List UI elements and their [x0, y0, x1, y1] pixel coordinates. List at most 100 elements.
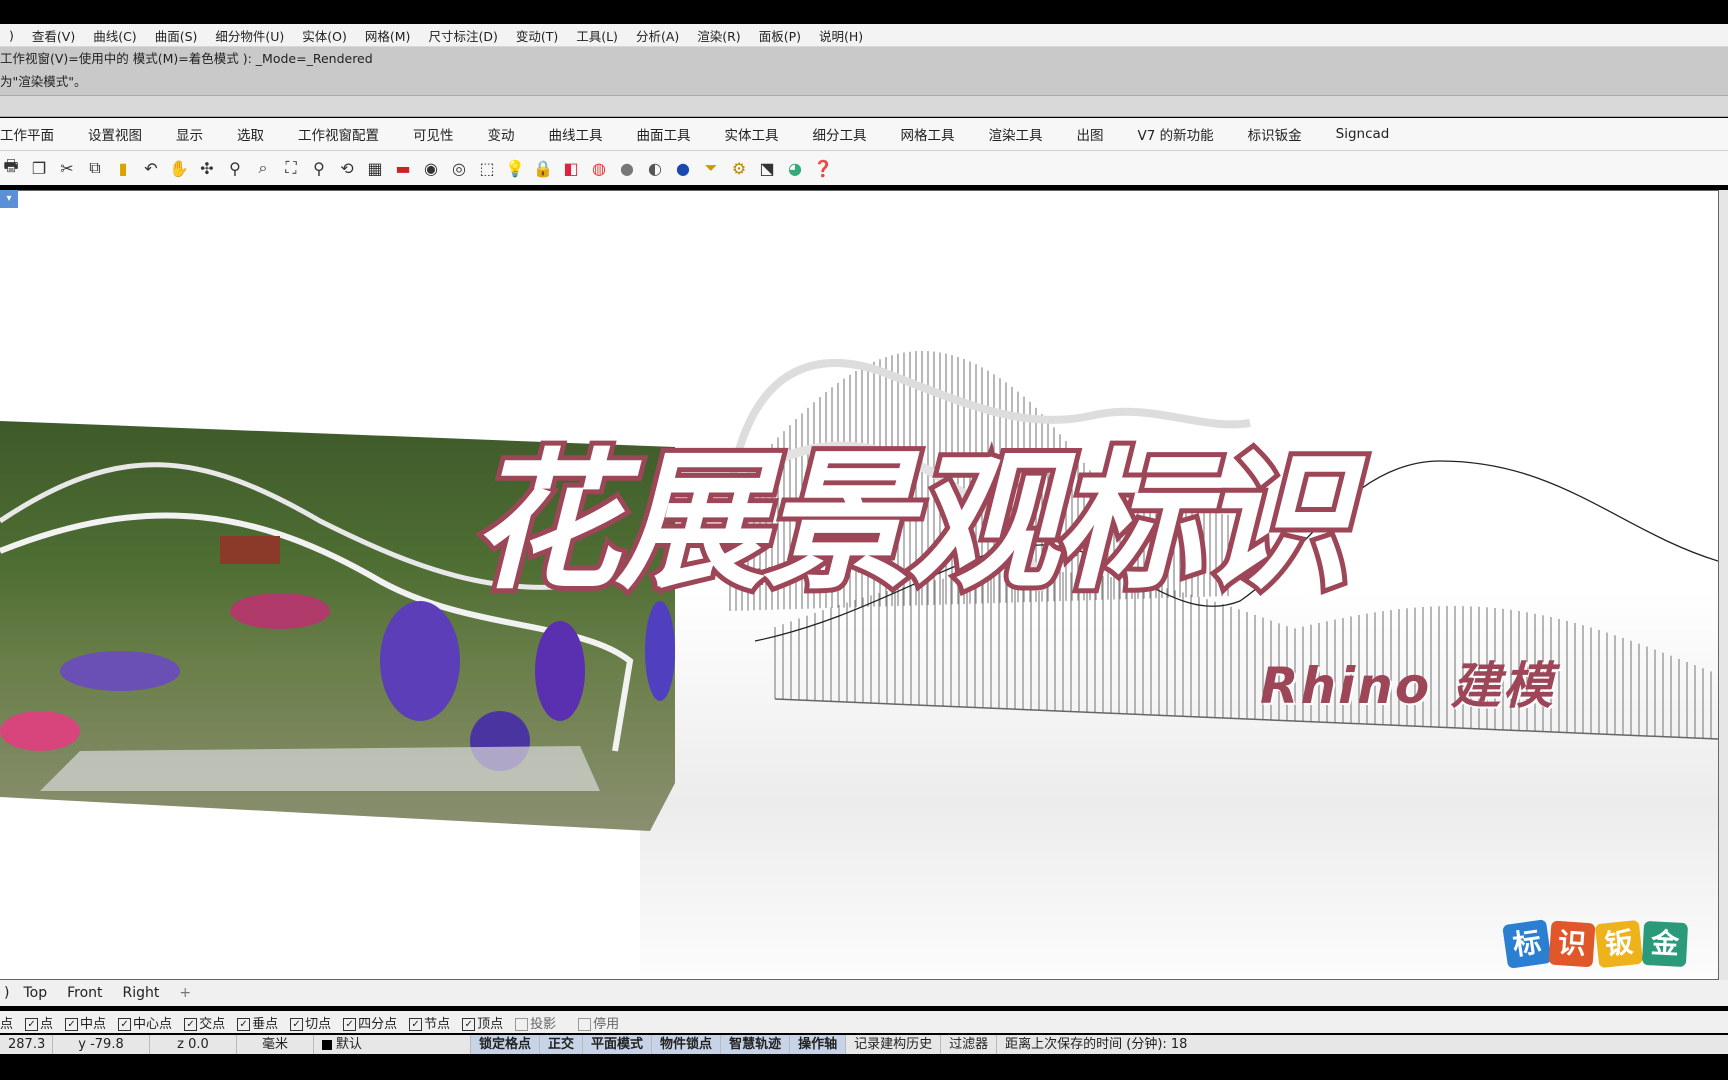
- layer-indicator[interactable]: 默认: [314, 1035, 471, 1054]
- osnap-quadrant[interactable]: ✓ 四分点: [343, 1013, 397, 1032]
- osnap-midpoint[interactable]: ✓ 中点: [65, 1013, 106, 1032]
- osnap-disable[interactable]: 停用: [578, 1013, 619, 1032]
- viewport-tabs: ) Top Front Right +: [0, 980, 1728, 1006]
- tab-transform[interactable]: 变动: [471, 124, 532, 144]
- lightbulb-icon[interactable]: 💡: [504, 157, 526, 179]
- tab-v7-new[interactable]: V7 的新功能: [1121, 124, 1231, 144]
- tab-right[interactable]: Right: [113, 985, 170, 1001]
- osnap-bar: 点 ✓ 点 ✓ 中点 ✓ 中心点 ✓ 交点 ✓ 垂点 ✓ 切点 ✓ 四分点 ✓ 节点 ✓ 顶点 投…: [0, 1011, 1728, 1033]
- menu-item-mesh[interactable]: 网格(M): [356, 26, 420, 45]
- zoom-extents-icon[interactable]: ⛶: [280, 157, 302, 179]
- menu-item-view[interactable]: 查看(V): [23, 26, 84, 45]
- menu-item-tools[interactable]: 工具(L): [567, 26, 627, 45]
- tab-viewport-layout[interactable]: 工作视窗配置: [281, 124, 396, 144]
- menu-item-panels[interactable]: 面板(P): [750, 26, 810, 45]
- tab-select[interactable]: 选取: [220, 124, 281, 144]
- globe-icon[interactable]: ◕: [784, 157, 806, 179]
- tab-subd-tools[interactable]: 细分工具: [796, 124, 884, 144]
- top-black-band: [0, 0, 1728, 24]
- tab-sign-sheetmetal[interactable]: 标识钣金: [1231, 124, 1319, 144]
- bottom-black-band: [0, 1055, 1728, 1080]
- coord-y: y -79.8: [53, 1035, 150, 1054]
- zoom-icon[interactable]: ⚲: [224, 157, 246, 179]
- tab-signcad[interactable]: Signcad: [1319, 126, 1407, 142]
- history-toggle[interactable]: 记录建构历史: [846, 1035, 942, 1054]
- osnap-perpendicular[interactable]: ✓ 垂点: [237, 1013, 278, 1032]
- brand-logo-char: 识: [1548, 920, 1596, 968]
- menu-item-curve[interactable]: 曲线(C): [84, 26, 145, 45]
- viewport-menu-arrow[interactable]: ▾: [0, 190, 18, 208]
- gear-icon[interactable]: ⚙: [728, 157, 750, 179]
- paste-icon[interactable]: ▮: [112, 157, 134, 179]
- tab-cplane[interactable]: 工作平面: [0, 124, 71, 144]
- undo-icon[interactable]: ↶: [140, 157, 162, 179]
- osnap-tangent[interactable]: ✓ 切点: [290, 1013, 331, 1032]
- tab-surface-tools[interactable]: 曲面工具: [620, 124, 708, 144]
- menu-item-help[interactable]: 说明(H): [810, 26, 872, 45]
- planar-toggle[interactable]: 平面模式: [583, 1035, 653, 1054]
- osnap-vertex[interactable]: ✓ 顶点: [462, 1013, 503, 1032]
- osnap-toggle[interactable]: 物件锁点: [652, 1035, 722, 1054]
- smarttrack-toggle[interactable]: 智慧轨迹: [721, 1035, 791, 1054]
- duplicate-icon[interactable]: ⧉: [84, 157, 106, 179]
- copy-icon[interactable]: ❐: [28, 157, 50, 179]
- osnap-knot[interactable]: ✓ 节点: [409, 1013, 450, 1032]
- tab-render-tools[interactable]: 渲染工具: [972, 124, 1060, 144]
- gumball-toggle[interactable]: 操作轴: [790, 1035, 847, 1054]
- zoom-window-icon[interactable]: ⌕: [252, 157, 274, 179]
- help-icon[interactable]: ❓: [812, 157, 834, 179]
- tab-perspective-edge[interactable]: ): [0, 985, 13, 1001]
- right-scrollbar[interactable]: [1719, 190, 1728, 980]
- eye-icon[interactable]: ◉: [420, 157, 442, 179]
- cut-icon[interactable]: ✂: [56, 157, 78, 179]
- tab-visibility[interactable]: 可见性: [396, 124, 471, 144]
- arrange-icon[interactable]: ⬔: [756, 157, 778, 179]
- tab-top[interactable]: Top: [13, 985, 57, 1001]
- tab-solid-tools[interactable]: 实体工具: [708, 124, 796, 144]
- tab-display[interactable]: 显示: [159, 124, 220, 144]
- add-viewport-icon[interactable]: +: [169, 985, 201, 1001]
- sphere-half-icon[interactable]: ◐: [644, 157, 666, 179]
- menu-item-subd[interactable]: 细分物件(U): [206, 26, 293, 45]
- tab-mesh-tools[interactable]: 网格工具: [884, 124, 972, 144]
- print-icon[interactable]: 🖶: [0, 156, 22, 179]
- transform-icon[interactable]: ⬚: [476, 157, 498, 179]
- car-icon[interactable]: ▬: [392, 157, 414, 179]
- osnap-intersection[interactable]: ✓ 交点: [184, 1013, 225, 1032]
- rotate-view-icon[interactable]: ⟲: [336, 157, 358, 179]
- osnap-project[interactable]: 投影: [515, 1013, 556, 1032]
- target-icon[interactable]: ◎: [448, 157, 470, 179]
- menu-item-render[interactable]: 渲染(R): [688, 26, 749, 45]
- menu-item-surface[interactable]: 曲面(S): [146, 26, 207, 45]
- tab-front[interactable]: Front: [57, 985, 112, 1001]
- ortho-toggle[interactable]: 正交: [540, 1035, 584, 1054]
- perspective-viewport[interactable]: 花展景观标识 Rhino 建模: [0, 190, 1719, 980]
- tab-set-view[interactable]: 设置视图: [71, 124, 159, 144]
- filter-toggle[interactable]: 过滤器: [941, 1035, 998, 1054]
- menu-item-left-edge[interactable]: ): [0, 28, 23, 43]
- brand-logo-char: 标: [1502, 919, 1552, 969]
- filter-icon[interactable]: ⏷: [700, 157, 722, 179]
- layer-icon[interactable]: ◧: [560, 157, 582, 179]
- command-prompt-input[interactable]: [0, 95, 1728, 117]
- grid-icon[interactable]: ▦: [364, 157, 386, 179]
- grid-snap-toggle[interactable]: 锁定格点: [471, 1035, 541, 1054]
- sphere-grey-icon[interactable]: ●: [616, 157, 638, 179]
- sphere-blue-icon[interactable]: ●: [672, 157, 694, 179]
- pan-hand-icon[interactable]: ✋: [168, 157, 190, 179]
- units[interactable]: 毫米: [237, 1035, 314, 1054]
- menu-item-solid[interactable]: 实体(O): [293, 26, 356, 45]
- menu-item-transform[interactable]: 变动(T): [507, 26, 567, 45]
- zoom-selected-icon[interactable]: ⚲: [308, 157, 330, 179]
- tab-curve-tools[interactable]: 曲线工具: [532, 124, 620, 144]
- osnap-point[interactable]: ✓ 点: [25, 1013, 53, 1032]
- coord-z: z 0.0: [150, 1035, 237, 1054]
- tab-drafting[interactable]: 出图: [1060, 124, 1121, 144]
- menu-bar: ) 查看(V) 曲线(C) 曲面(S) 细分物件(U) 实体(O) 网格(M) …: [0, 24, 1728, 47]
- lock-icon[interactable]: 🔒: [532, 157, 554, 179]
- menu-item-analyze[interactable]: 分析(A): [627, 26, 688, 45]
- rotate-icon[interactable]: ✣: [196, 157, 218, 179]
- osnap-center[interactable]: ✓ 中心点: [118, 1013, 172, 1032]
- menu-item-dimension[interactable]: 尺寸标注(D): [419, 26, 506, 45]
- color-wheel-icon[interactable]: ◍: [588, 157, 610, 179]
